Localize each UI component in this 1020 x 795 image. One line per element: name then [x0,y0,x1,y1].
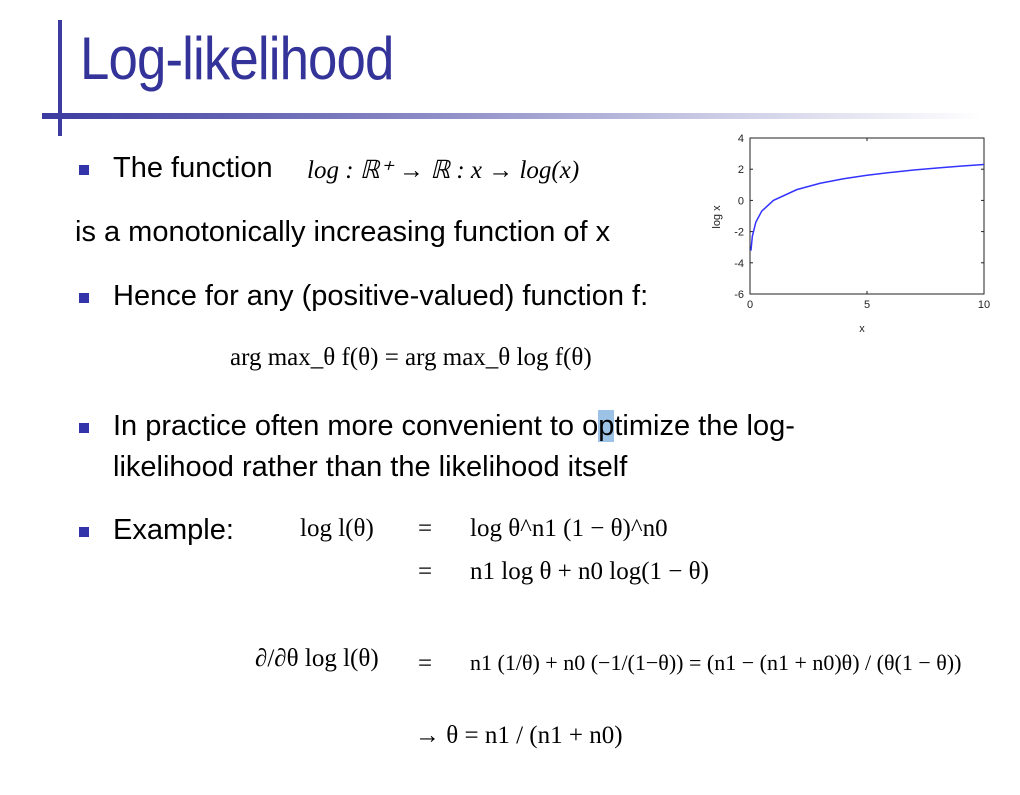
bullet-text: Hence for any (positive-valued) function… [113,280,649,312]
y-tick-label: 4 [738,133,744,145]
plot-frame [749,137,985,295]
y-tick-label: -6 [734,289,744,301]
bullet-text: The function [113,152,273,184]
solution-equation: → θ = n1 / (n1 + n0) [415,722,623,749]
bullet-marker [79,423,89,433]
equals-sign: = [418,558,433,585]
x-tick-label: 5 [864,299,870,311]
y-tick-label: -4 [734,258,744,270]
bullet-marker [79,165,89,175]
x-axis-label: x [859,323,865,335]
text-run: timize the log- [614,410,795,442]
title-underline-bar [42,113,982,119]
body-text: is a monotonically increasing function o… [75,216,611,248]
bullet-text: In practice often more convenient to opt… [113,410,795,443]
equation-rhs: log θ^n1 (1 − θ)^n0 [470,515,668,542]
x-tick-label: 0 [747,299,753,311]
y-tick-label: 0 [738,195,744,207]
y-tick-label: 2 [738,164,744,176]
y-tick-label: -2 [734,227,744,239]
text-run: In practice often more convenient to o [113,410,599,442]
derivative-rhs: n1 (1/θ) + n0 (−1/(1−θ)) = (n1 − (n1 + n… [470,650,962,675]
bullet-marker [79,293,89,303]
bullet-text: Example: [113,514,234,546]
log-plot: 0 5 10 4 2 0 -2 -4 -6 x log x [711,133,990,335]
x-tick-label: 10 [978,299,990,311]
text-cursor-highlight: p [598,410,615,442]
y-axis-label: log x [711,205,723,229]
bullet-marker [79,527,89,537]
log-function-formula: log : ℝ⁺ → ℝ : x → log(x) [307,157,580,184]
bullet-text-continued: likelihood rather than the likelihood it… [113,451,628,483]
equals-sign: = [418,650,433,677]
derivative-lhs: ∂/∂θ log l(θ) [255,645,379,672]
slide-title: Log-likelihood [80,25,394,92]
equation-lhs: log l(θ) [300,515,374,542]
equals-sign: = [418,515,433,542]
argmax-equation: arg max_θ f(θ) = arg max_θ log f(θ) [230,344,592,371]
equation-rhs: n1 log θ + n0 log(1 − θ) [470,558,709,585]
